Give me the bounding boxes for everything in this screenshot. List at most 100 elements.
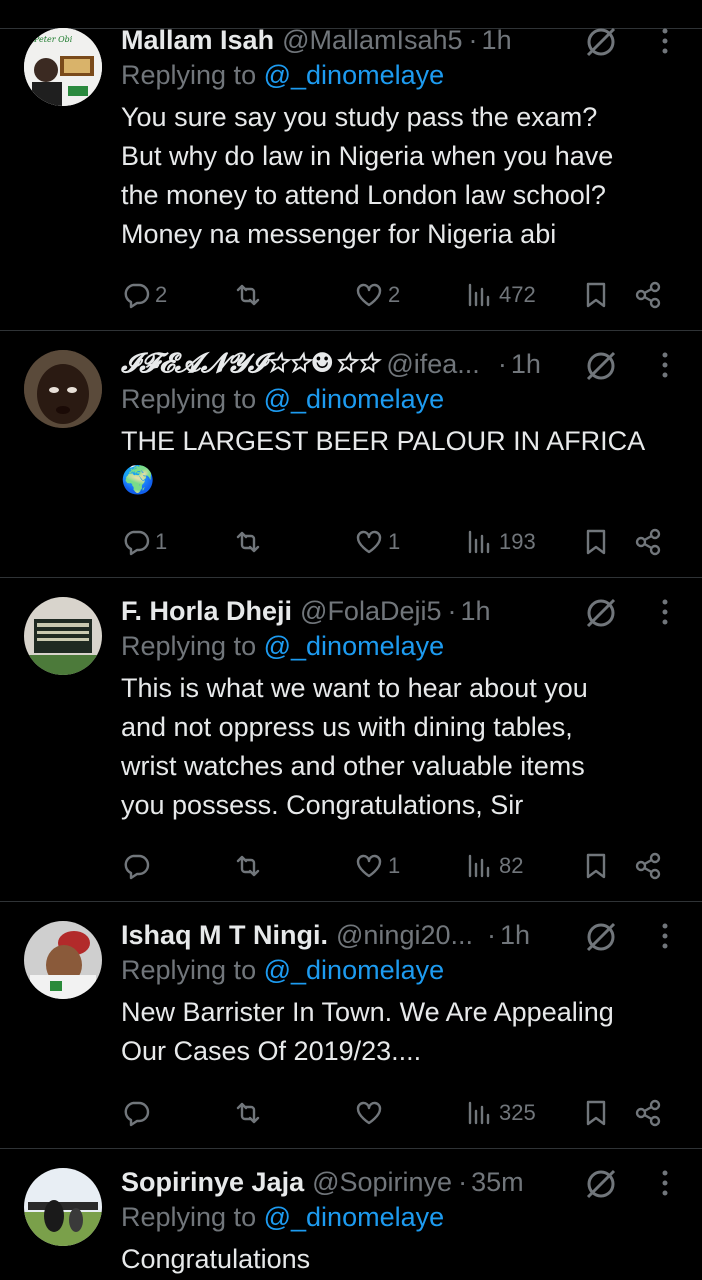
timestamp[interactable]: 1h: [482, 25, 512, 56]
grok-icon[interactable]: [584, 1166, 618, 1200]
author-name[interactable]: F. Horla Dheji: [121, 596, 292, 627]
retweet-button[interactable]: [233, 1093, 267, 1133]
author-handle[interactable]: @Sopirinye: [312, 1167, 452, 1198]
reply-button[interactable]: [121, 1093, 155, 1133]
grok-icon[interactable]: [584, 348, 618, 382]
separator-dot: ·: [447, 595, 457, 626]
tweet-text-line: the money to attend London law school?: [121, 180, 606, 210]
reply-button[interactable]: 1: [121, 522, 167, 562]
tweet-text-line: Money na messenger for Nigeria abi: [121, 219, 557, 249]
avatar[interactable]: Peter Obi: [24, 28, 102, 106]
like-button[interactable]: 1: [354, 522, 400, 562]
reply-button[interactable]: 2: [121, 275, 167, 315]
retweet-button[interactable]: [233, 846, 267, 886]
bookmark-button[interactable]: [581, 1093, 611, 1133]
tweet-actions: 1 1 193: [121, 522, 678, 562]
more-vertical-icon[interactable]: [660, 597, 670, 627]
share-button[interactable]: [633, 275, 663, 315]
avatar[interactable]: [24, 597, 102, 675]
tweet-text: You sure say you study pass the exam? Bu…: [121, 98, 678, 254]
mention-link[interactable]: @_dinomelaye: [264, 955, 445, 985]
author-name[interactable]: Sopirinye Jaja: [121, 1167, 304, 1198]
author-name[interactable]: Mallam Isah: [121, 25, 274, 56]
mention-link[interactable]: @_dinomelaye: [264, 384, 445, 414]
reply-icon: [124, 283, 150, 309]
replying-to-line: Replying to @_dinomelaye: [121, 955, 678, 993]
views-button[interactable]: 82: [465, 846, 523, 886]
timestamp[interactable]: 35m: [471, 1167, 524, 1198]
avatar[interactable]: [24, 350, 102, 428]
replying-to-line: Replying to @_dinomelaye: [121, 60, 678, 98]
bookmark-button[interactable]: [581, 846, 611, 886]
timestamp[interactable]: 1h: [461, 596, 491, 627]
views-chart-icon: [468, 530, 490, 554]
like-button[interactable]: 1: [354, 846, 400, 886]
author-handle[interactable]: @MallamIsah5: [282, 25, 462, 56]
views-chart-icon: [468, 854, 490, 878]
separator-dot: ·: [487, 919, 496, 950]
tweet-card[interactable]: Sopirinye Jaja @Sopirinye · 35m Replying…: [0, 1149, 702, 1280]
replying-to-line: Replying to @_dinomelaye: [121, 1202, 678, 1240]
bookmark-button[interactable]: [581, 275, 611, 315]
more-vertical-icon[interactable]: [660, 1168, 670, 1198]
author-handle[interactable]: @ningi20...: [336, 920, 473, 951]
tweet-text-line: and not oppress us with dining tables,: [121, 712, 573, 742]
views-chart-icon: [468, 283, 490, 307]
retweet-button[interactable]: [233, 275, 267, 315]
reply-icon: [124, 1101, 150, 1127]
more-vertical-icon[interactable]: [660, 350, 670, 380]
bookmark-button[interactable]: [581, 522, 611, 562]
bookmark-icon: [586, 1100, 606, 1126]
grok-icon[interactable]: [584, 919, 618, 953]
like-button[interactable]: [354, 1093, 388, 1133]
separator-dot: ·: [497, 348, 507, 379]
tweet-text: THE LARGEST BEER PALOUR IN AFRICA 🌍: [121, 422, 678, 500]
share-button[interactable]: [633, 522, 663, 562]
bookmark-icon: [586, 529, 606, 555]
heart-icon: [356, 283, 382, 307]
share-button[interactable]: [633, 1093, 663, 1133]
author-handle[interactable]: @FolaDeji5: [300, 596, 441, 627]
tweet-text-line: THE LARGEST BEER PALOUR IN AFRICA: [121, 426, 646, 456]
avatar-caption: Peter Obi: [33, 35, 73, 44]
views-button[interactable]: 472: [465, 275, 536, 315]
replying-to-prefix: Replying to: [121, 60, 257, 90]
grok-icon[interactable]: [584, 595, 618, 629]
share-icon: [635, 281, 661, 309]
views-button[interactable]: 325: [465, 1093, 536, 1133]
tweet-card[interactable]: F. Horla Dheji @FolaDeji5 · 1h Replying …: [0, 578, 702, 902]
view-count: 325: [499, 1100, 536, 1125]
tweet-actions: 325: [121, 1093, 678, 1133]
timestamp[interactable]: 1h: [500, 920, 530, 951]
avatar[interactable]: [24, 921, 102, 999]
retweet-button[interactable]: [233, 522, 267, 562]
replying-to-prefix: Replying to: [121, 955, 257, 985]
tweet-text-line: You sure say you study pass the exam?: [121, 102, 598, 132]
tweet-card[interactable]: 𝓘𝓕𝓔𝓐𝓝𝓨𝓘☆☆☻☆☆ @ifea... · 1h Replying to @…: [0, 331, 702, 578]
share-button[interactable]: [633, 846, 663, 886]
tweet-text-line: Our Cases Of 2019/23....: [121, 1036, 422, 1066]
share-icon: [635, 852, 661, 880]
author-name[interactable]: Ishaq M T Ningi.: [121, 920, 328, 951]
author-handle[interactable]: @ifea...: [386, 349, 479, 380]
reply-button[interactable]: [121, 846, 155, 886]
reply-count: 1: [155, 529, 168, 554]
tweet-card[interactable]: Ishaq M T Ningi. @ningi20... · 1h Replyi…: [0, 902, 702, 1149]
mention-link[interactable]: @_dinomelaye: [264, 1202, 445, 1232]
tweet-text-line: Congratulations: [121, 1244, 311, 1274]
author-name[interactable]: 𝓘𝓕𝓔𝓐𝓝𝓨𝓘☆☆☻☆☆: [121, 348, 378, 380]
avatar[interactable]: [24, 1168, 102, 1246]
grok-icon[interactable]: [584, 24, 618, 58]
view-count: 193: [499, 529, 536, 554]
more-vertical-icon[interactable]: [660, 26, 670, 56]
tweet-text: Congratulations: [121, 1240, 678, 1279]
more-vertical-icon[interactable]: [660, 921, 670, 951]
mention-link[interactable]: @_dinomelaye: [264, 60, 445, 90]
mention-link[interactable]: @_dinomelaye: [264, 631, 445, 661]
separator-dot: ·: [458, 1166, 468, 1197]
bookmark-icon: [586, 282, 606, 308]
timestamp[interactable]: 1h: [511, 349, 541, 380]
views-button[interactable]: 193: [465, 522, 536, 562]
like-button[interactable]: 2: [354, 275, 400, 315]
tweet-card[interactable]: Peter Obi Mallam Isah @MallamIsah5 · 1h …: [0, 25, 702, 331]
